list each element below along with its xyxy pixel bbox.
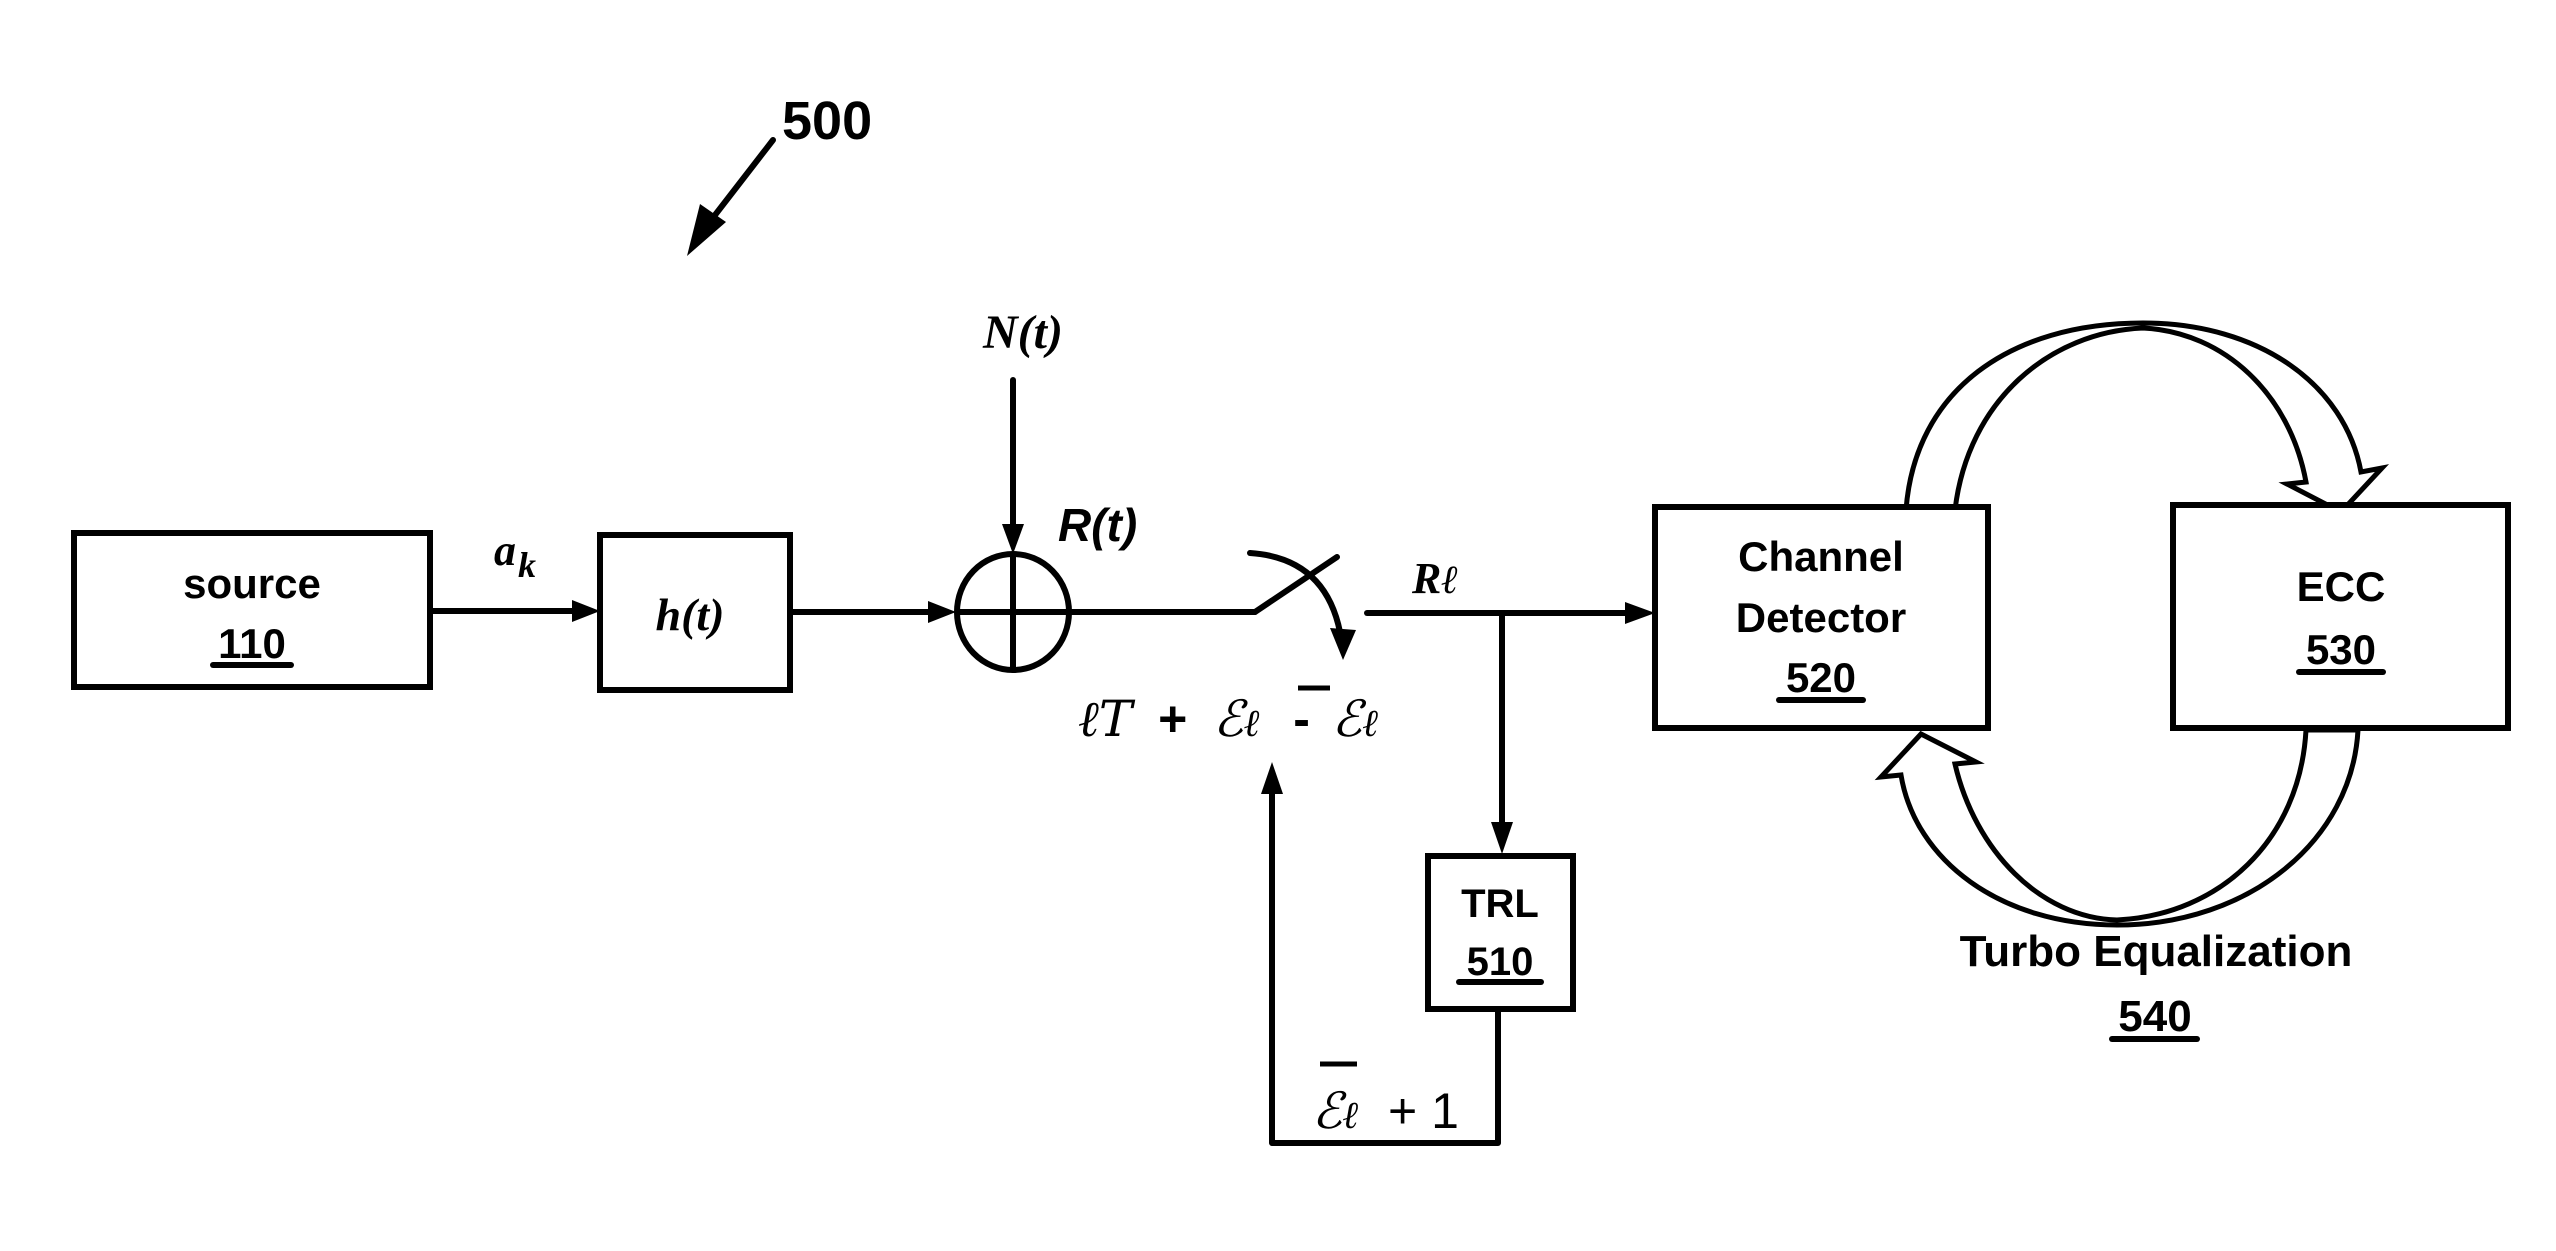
trl-ref: 510 (1467, 940, 1534, 984)
channel-detector-ref: 520 (1786, 654, 1856, 701)
trl-box[interactable] (1425, 853, 1576, 1012)
turbo-loop-title: Turbo Equalization (1960, 927, 2353, 976)
svg-text:ℓT + ℰℓ -: ℓT + ℰℓ - ℰℓ (1078, 690, 1378, 748)
noise-label: N(t) (982, 306, 1063, 359)
channel-detector-block[interactable]: Channel Detector 520 (1652, 504, 1991, 731)
sampled-signal-wire: Rℓ (1364, 554, 1655, 854)
channel-filter-block[interactable]: h(t) (597, 532, 793, 693)
channel-detector-title-line2: Detector (1736, 594, 1906, 641)
channel-detector-title-line1: Channel (1738, 533, 1904, 580)
ecc-to-detector-arrow (1874, 727, 2361, 928)
source-ref: 110 (218, 620, 286, 667)
sampled-to-trl-arrowhead (1491, 822, 1513, 854)
switch-rotation-arrowhead (1330, 628, 1356, 660)
symbols-label: ak (494, 526, 536, 585)
turbo-loop-ref: 540 (2118, 992, 2191, 1041)
received-signal-label: R(t) (1058, 499, 1137, 551)
sampling-instant-expression: ℓT + ℰℓ - ℰℓ (1078, 685, 1378, 748)
plus-sign: + (1158, 691, 1187, 747)
summer-node[interactable] (954, 551, 1072, 673)
detector-to-ecc-arrow (1903, 320, 2390, 516)
sampling-switch[interactable] (1247, 550, 1356, 660)
feedback-arrowhead (1261, 762, 1283, 794)
figure-reference-label: 500 (782, 91, 872, 151)
feedback-label: ℰℓ + 1 (1312, 1082, 1459, 1140)
ecc-block[interactable]: ECC 530 (2170, 502, 2511, 731)
noise-input: N(t) (982, 306, 1063, 554)
source-to-filter-arrowhead (572, 600, 600, 622)
source-title: source (183, 560, 321, 607)
channel-filter-title: h(t) (656, 589, 725, 640)
turbo-equalization-system-diagram: 500 source 110 ak h(t) N(t) R(t) ℓT + ℰℓ… (71, 91, 2511, 1146)
turbo-equalization-label: Turbo Equalization 540 (1960, 927, 2353, 1042)
source-block[interactable]: source 110 (71, 530, 433, 690)
ecc-title: ECC (2297, 563, 2386, 610)
trl-block[interactable]: TRL 510 (1425, 853, 1576, 1012)
noise-arrowhead (1002, 524, 1024, 554)
trl-title: TRL (1461, 882, 1539, 926)
minus-sign: - (1293, 691, 1310, 747)
sampled-to-detector-arrowhead (1625, 602, 1655, 624)
ecc-ref: 530 (2306, 626, 2376, 673)
filter-to-summer-arrowhead (928, 601, 956, 623)
sampling-time-term: ℓT (1078, 690, 1136, 748)
figure-reference: 500 (687, 91, 872, 256)
sampled-signal-label: Rℓ (1411, 554, 1458, 603)
ecc-box[interactable] (2170, 502, 2511, 731)
symbols-wire: ak (427, 526, 600, 622)
